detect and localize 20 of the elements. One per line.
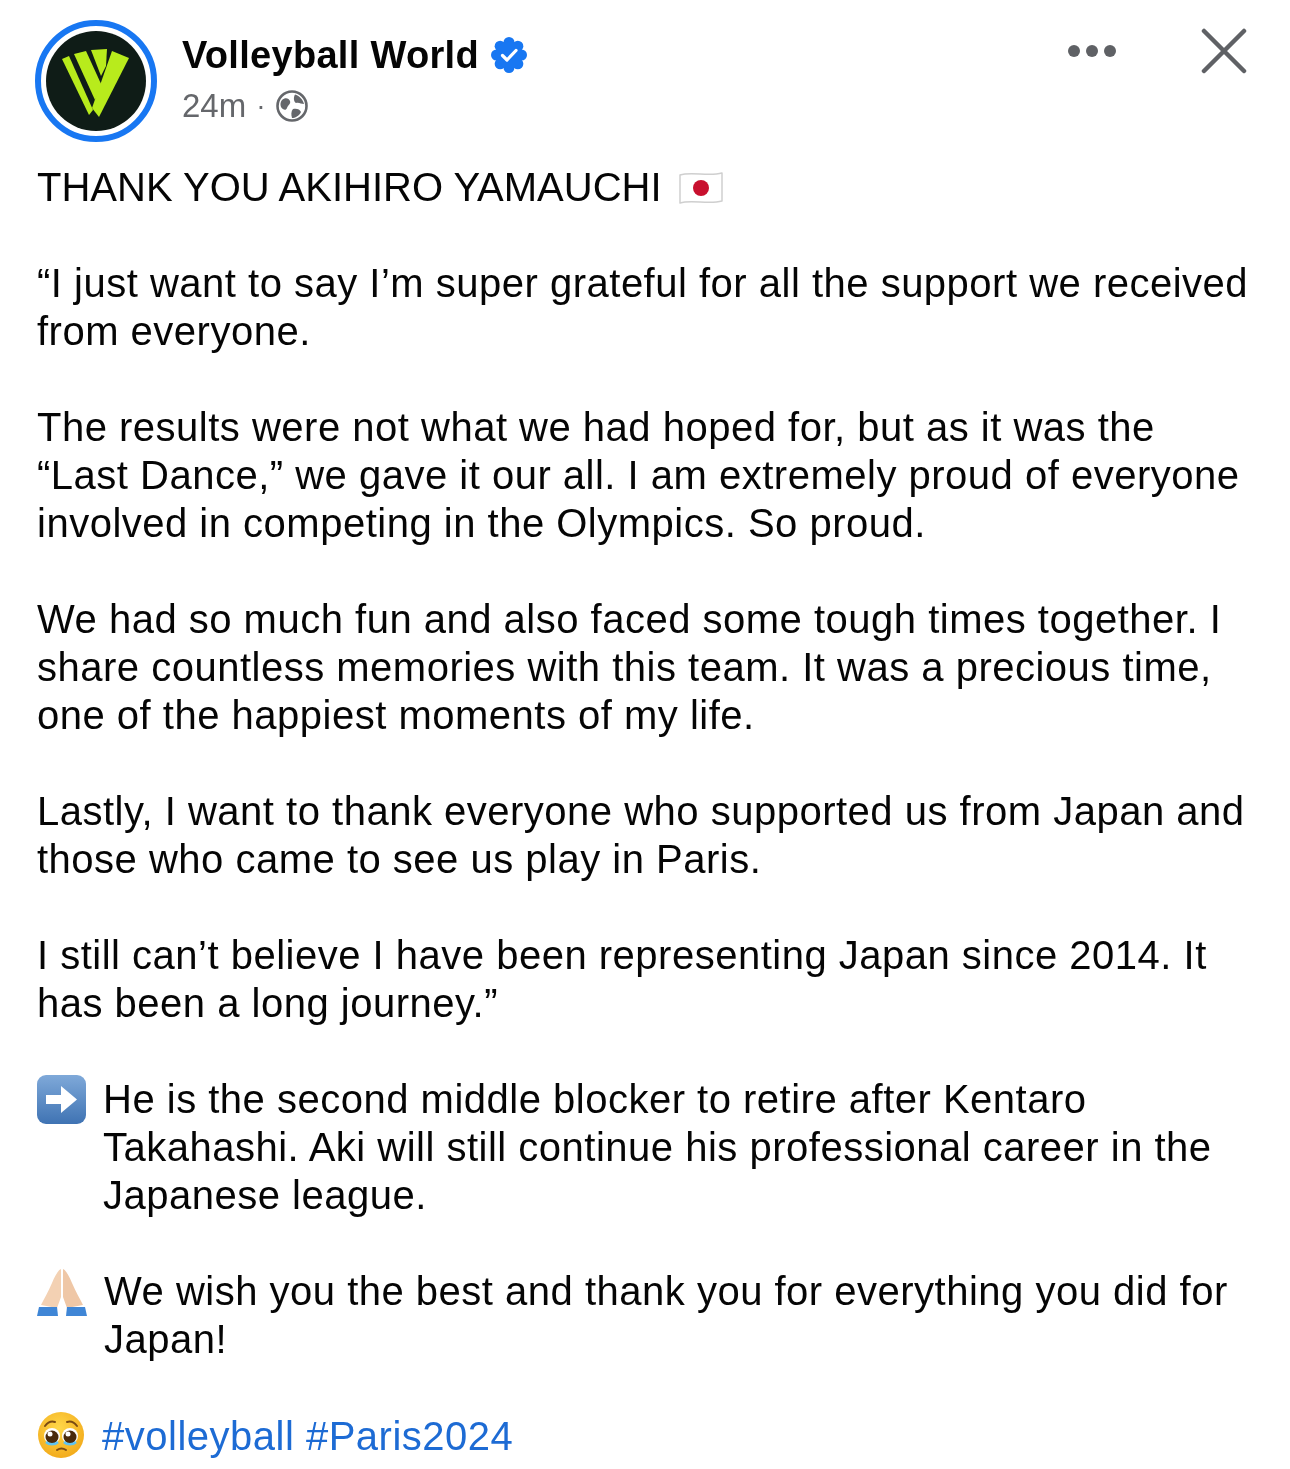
globe-icon — [275, 90, 308, 122]
page-name[interactable]: Volleyball World — [182, 33, 479, 77]
more-options-button[interactable] — [1067, 44, 1117, 58]
hashtag-link[interactable]: #Paris2024 — [305, 1414, 514, 1458]
post-paragraph: “I just want to say I’m super grateful for all the support we received from everyone. — [37, 260, 1250, 355]
v-logo-icon — [35, 20, 157, 142]
separator-dot: · — [256, 89, 266, 123]
flag-icon — [677, 171, 724, 205]
post-paragraph: I still can’t believe I have been representing Japan since 2014. It has been a long journey.” — [37, 932, 1208, 1027]
praying-hands-icon — [37, 1267, 87, 1317]
post-heading: THANK YOU AKIHIRO YAMAUCHI — [37, 165, 662, 209]
post-paragraph: We had so much fun and also faced some tough times together. I share countless memories with this team. It was a precious time, one of the happiest moments of my life. — [37, 596, 1223, 739]
post-paragraph: Lastly, I want to thank everyone who supported us from Japan and those who came to see us play in Paris. — [37, 788, 1246, 883]
post-paragraph: We wish you the best and thank you for everything you did for Japan! — [104, 1268, 1229, 1363]
pleading-face-icon — [37, 1411, 85, 1459]
hashtag-link[interactable]: #volleyball — [102, 1414, 295, 1458]
post-paragraph: The results were not what we had hoped for, but as it was the “Last Dance,” we gave it our all. I am extremely proud of everyone involved in competing in the Olympics. So proud. — [37, 404, 1241, 547]
post-paragraph: He is the second middle blocker to retire after Kentaro Takahashi. Aki will still continue his professional career in the Japanese league. — [103, 1076, 1213, 1219]
post-time[interactable]: 24m — [182, 86, 247, 126]
close-button[interactable] — [1201, 28, 1247, 74]
